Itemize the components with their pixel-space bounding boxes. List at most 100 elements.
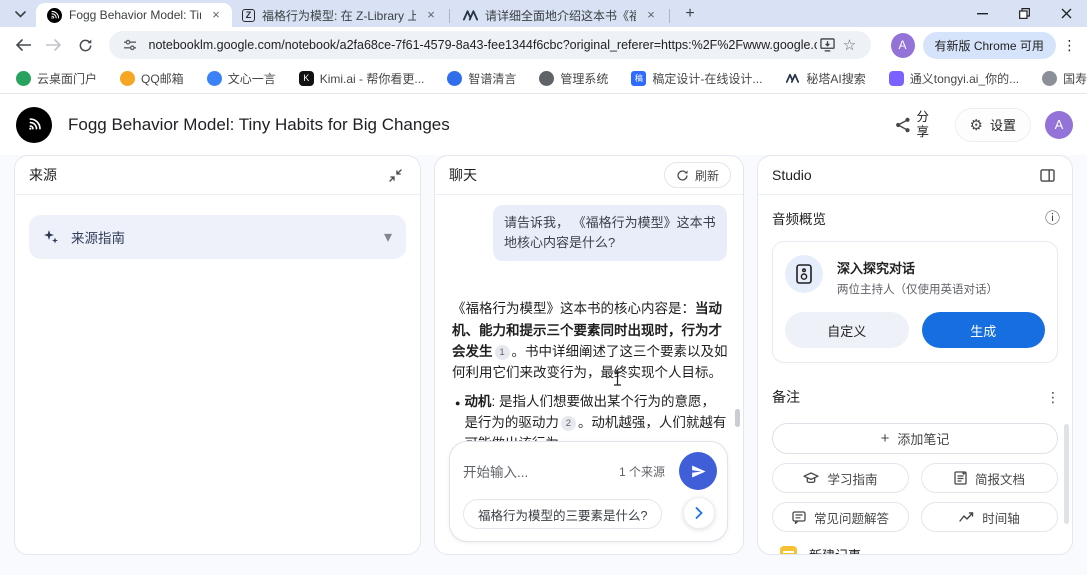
back-button[interactable]: [10, 31, 37, 59]
minimize-icon: [977, 13, 988, 15]
faq-chip[interactable]: 常见问题解答: [772, 502, 909, 532]
notebook-title[interactable]: Fogg Behavior Model: Tiny Habits for Big…: [68, 115, 450, 135]
bookmark-label: 云桌面门户: [37, 70, 97, 87]
settings-button[interactable]: ⚙ 设置: [955, 108, 1031, 142]
url-text[interactable]: notebooklm.google.com/notebook/a2fa68ce-…: [149, 38, 817, 52]
site-settings-icon[interactable]: [119, 34, 141, 56]
qq-mail-icon: [120, 71, 135, 86]
deep-dive-title: 深入探究对话: [837, 255, 998, 277]
browser-menu-icon[interactable]: ⋮: [1060, 32, 1079, 59]
collapse-panel-button[interactable]: [382, 162, 408, 188]
send-button[interactable]: [679, 452, 717, 490]
study-guide-chip[interactable]: 学习指南: [772, 463, 909, 493]
next-suggestion-button[interactable]: [683, 497, 715, 529]
notes-menu-icon[interactable]: ⋮: [1046, 389, 1060, 406]
bookmark-item[interactable]: 管理系统: [539, 70, 608, 87]
bookmark-item[interactable]: 云桌面门户: [16, 70, 97, 87]
source-count: 1 个来源: [619, 463, 665, 480]
bookmark-label: 管理系统: [560, 70, 608, 87]
text-cursor: [613, 371, 622, 386]
account-avatar[interactable]: A: [1045, 111, 1073, 139]
studio-panel: Studio 音频概览 ⓘ 深入探究对话 两位主持人（仅使用英语对话）: [757, 155, 1073, 555]
tab-close-icon[interactable]: ×: [208, 7, 224, 23]
bookmark-label: QQ邮箱: [141, 70, 184, 87]
bookmark-item[interactable]: 稿稿定设计-在线设计...: [631, 70, 762, 87]
ai-message: 《福格行为模型》这本书的核心内容是：当动机、能力和提示三个要素同时出现时，行为才…: [452, 298, 728, 383]
minimize-button[interactable]: [961, 0, 1003, 27]
source-guide-card[interactable]: 来源指南 ▾: [29, 215, 406, 259]
chevron-down-icon: [15, 11, 26, 18]
add-note-button[interactable]: + 添加笔记: [772, 423, 1058, 454]
new-tab-button[interactable]: +: [678, 2, 702, 26]
refresh-label: 刷新: [695, 167, 719, 184]
generate-button[interactable]: 生成: [922, 312, 1046, 348]
bookmark-label: 通义tongyi.ai_你的...: [910, 70, 1019, 87]
document-icon: [954, 471, 967, 485]
chat-input[interactable]: 开始输入...: [463, 461, 619, 481]
chat-scrollbar[interactable]: [735, 409, 740, 427]
metaso-icon: [785, 71, 800, 86]
cloud-desktop-icon: [16, 71, 31, 86]
zlibrary-favicon-icon: Z: [242, 9, 255, 22]
bookmark-star-icon[interactable]: ☆: [839, 34, 861, 56]
bookmark-item[interactable]: QQ邮箱: [120, 70, 184, 87]
citation-badge[interactable]: 2: [561, 416, 576, 431]
ai-text: 《福格行为模型》这本书的核心内容是：: [452, 301, 695, 316]
chip-label: 常见问题解答: [814, 508, 889, 527]
studio-scrollbar[interactable]: [1064, 424, 1069, 524]
bookmark-item[interactable]: 秘塔AI搜索: [785, 70, 865, 87]
chat-panel: 聊天 刷新 请告诉我， 《福格行为模型》这本书地核心内容是什么? 《福格行为模型…: [434, 155, 744, 555]
browser-tab-metaso[interactable]: 请详细全面地介绍这本书《福 ×: [452, 3, 667, 27]
refresh-chat-button[interactable]: 刷新: [664, 162, 731, 188]
new-note-item[interactable]: 新建记事: [780, 545, 1058, 555]
sources-panel: 来源 来源指南 ▾: [14, 155, 421, 555]
browser-tab-notebooklm[interactable]: Fogg Behavior Model: Tiny H ×: [36, 3, 232, 27]
split-panel-button[interactable]: [1034, 162, 1060, 188]
install-app-icon[interactable]: [817, 34, 839, 56]
bookmarks-bar: 云桌面门户 QQ邮箱 文心一言 KKimi.ai - 帮你看更... 智谱清言 …: [0, 63, 1087, 94]
reload-button[interactable]: [72, 31, 99, 59]
timeline-chip[interactable]: 时间轴: [921, 502, 1058, 532]
graduation-cap-icon: [803, 472, 819, 485]
timeline-icon: [959, 512, 974, 522]
audio-overview-title: 音频概览: [772, 208, 826, 228]
tab-close-icon[interactable]: ×: [423, 7, 439, 23]
faq-bubble-icon: [792, 511, 806, 524]
speaker-icon: [785, 255, 823, 293]
browser-profile-avatar[interactable]: A: [891, 33, 915, 58]
settings-label: 设置: [990, 115, 1016, 134]
forward-button[interactable]: [41, 31, 68, 59]
tab-close-icon[interactable]: ×: [643, 7, 659, 23]
suggested-question-chip[interactable]: 福格行为模型的三要素是什么?: [463, 499, 662, 529]
reload-icon: [78, 38, 93, 53]
bookmark-label: 文心一言: [228, 70, 276, 87]
bookmark-label: 稿定设计-在线设计...: [652, 70, 762, 87]
bookmark-label: 秘塔AI搜索: [806, 70, 865, 87]
citation-badge[interactable]: 1: [495, 345, 510, 360]
chat-messages[interactable]: 请告诉我， 《福格行为模型》这本书地核心内容是什么? 《福格行为模型》这本书的核…: [435, 195, 743, 555]
bookmark-item[interactable]: 文心一言: [207, 70, 276, 87]
chip-label: 简报文档: [975, 469, 1025, 488]
customize-button[interactable]: 自定义: [785, 312, 909, 348]
chevron-down-icon[interactable]: ▾: [384, 227, 392, 247]
address-bar[interactable]: notebooklm.google.com/notebook/a2fa68ce-…: [109, 31, 871, 59]
bookmark-item[interactable]: 智谱清言: [447, 70, 516, 87]
browser-tab-zlibrary[interactable]: Z 福格行为模型: 在 Z-Library 上 ×: [232, 3, 447, 27]
ai-text-bold: 动机: [464, 394, 491, 409]
tab-search-button[interactable]: [6, 2, 34, 26]
admin-globe-icon: [539, 71, 554, 86]
bookmark-item[interactable]: 国寿e店: [1042, 70, 1087, 87]
zhipu-icon: [447, 71, 462, 86]
bookmark-item[interactable]: KKimi.ai - 帮你看更...: [299, 70, 425, 87]
close-window-button[interactable]: [1045, 0, 1087, 27]
bookmark-label: 国寿e店: [1063, 70, 1087, 87]
share-label: 分享: [917, 110, 931, 140]
chrome-update-pill[interactable]: 有新版 Chrome 可用: [923, 32, 1056, 59]
restore-button[interactable]: [1003, 0, 1045, 27]
info-icon[interactable]: ⓘ: [1045, 207, 1060, 228]
tab-separator: [669, 9, 670, 23]
share-button[interactable]: 分享: [885, 106, 941, 144]
bookmark-item[interactable]: 通义tongyi.ai_你的...: [889, 70, 1019, 87]
briefing-doc-chip[interactable]: 简报文档: [921, 463, 1058, 493]
browser-window: Fogg Behavior Model: Tiny H × Z 福格行为模型: …: [0, 0, 1087, 575]
